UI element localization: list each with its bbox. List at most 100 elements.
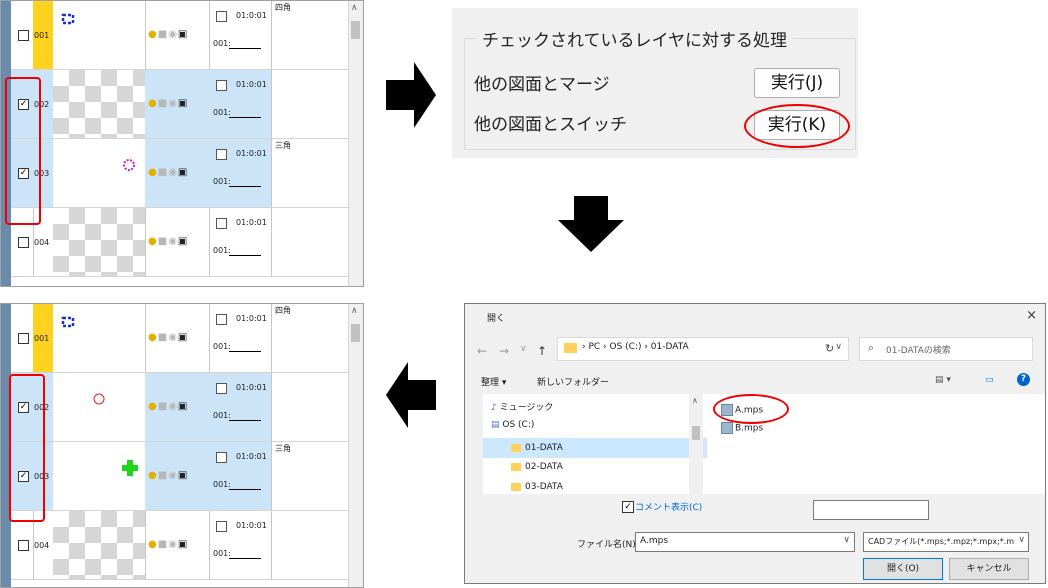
printer-icon[interactable]: ▣ xyxy=(178,236,188,247)
lightbulb-icon[interactable]: ● xyxy=(148,332,158,343)
printer-icon[interactable]: ▣ xyxy=(178,98,188,109)
globe-icon[interactable]: ◉ xyxy=(168,29,178,40)
close-icon[interactable]: × xyxy=(1026,308,1037,323)
layer-row[interactable]: 004 ●■◉▣ 01:0:01 001: xyxy=(11,208,349,277)
globe-icon[interactable]: ◉ xyxy=(168,236,178,247)
lightbulb-icon[interactable]: ● xyxy=(148,470,158,481)
vertical-scrollbar[interactable]: ∧ xyxy=(348,1,363,286)
lock-icon[interactable]: ■ xyxy=(158,332,168,343)
layer-thumbnail[interactable] xyxy=(53,1,146,69)
layer-checkbox[interactable] xyxy=(18,333,29,344)
layer-thumbnail[interactable] xyxy=(53,304,146,372)
layer-name-cell[interactable]: 三角 xyxy=(271,442,345,510)
nav-item-music[interactable]: ♪ ミュージック xyxy=(491,400,553,413)
address-bar[interactable]: › PC › OS (C:) › 01-DATA ∨ xyxy=(557,337,849,361)
globe-icon[interactable]: ◉ xyxy=(168,401,178,412)
layer-name-cell[interactable] xyxy=(271,511,345,579)
merge-execute-button[interactable]: 実行(J) xyxy=(754,68,840,98)
lock-icon[interactable]: ■ xyxy=(158,29,168,40)
layer-thumbnail[interactable] xyxy=(53,373,146,441)
layer-field-input[interactable] xyxy=(229,420,261,421)
comment-checkbox[interactable]: ✓ xyxy=(622,501,634,513)
layer-row[interactable]: ✓ 003 ●■◉▣ 01:0:01 001: 三角 xyxy=(11,139,349,208)
printer-icon[interactable]: ▣ xyxy=(178,539,188,550)
scroll-thumb[interactable] xyxy=(351,21,360,39)
refresh-icon[interactable]: ↻ xyxy=(825,342,834,355)
time-checkbox[interactable] xyxy=(216,314,227,325)
time-checkbox[interactable] xyxy=(216,11,227,22)
layer-field-input[interactable] xyxy=(229,351,261,352)
lightbulb-icon[interactable]: ● xyxy=(148,539,158,550)
layer-name-cell[interactable] xyxy=(271,70,345,138)
globe-icon[interactable]: ◉ xyxy=(168,470,178,481)
lock-icon[interactable]: ■ xyxy=(158,167,168,178)
printer-icon[interactable]: ▣ xyxy=(178,470,188,481)
comment-field[interactable] xyxy=(813,500,929,520)
cancel-button[interactable]: キャンセル xyxy=(949,558,1029,580)
chevron-down-icon[interactable]: ∨ xyxy=(1018,535,1025,545)
layer-name-cell[interactable] xyxy=(271,373,345,441)
forward-icon[interactable]: → xyxy=(499,344,509,358)
layer-name-cell[interactable]: 四角 xyxy=(271,1,345,69)
nav-item-03-data[interactable]: 03-DATA xyxy=(511,482,563,492)
layer-row[interactable]: 001 ●■◉▣ 01:0:01 001: 四角 xyxy=(11,1,349,70)
layer-field-input[interactable] xyxy=(229,48,261,49)
globe-icon[interactable]: ◉ xyxy=(168,539,178,550)
layer-thumbnail[interactable] xyxy=(53,70,146,138)
layer-thumbnail[interactable] xyxy=(53,511,146,579)
vertical-scrollbar[interactable]: ∧ xyxy=(348,304,363,587)
layer-name-cell[interactable]: 四角 xyxy=(271,304,345,372)
layer-checkbox[interactable] xyxy=(18,540,29,551)
printer-icon[interactable]: ▣ xyxy=(178,332,188,343)
time-checkbox[interactable] xyxy=(216,383,227,394)
chevron-down-icon[interactable]: ∨ xyxy=(843,535,850,545)
chevron-down-icon[interactable]: ∨ xyxy=(835,342,842,352)
nav-item-02-data[interactable]: 02-DATA xyxy=(511,462,563,472)
printer-icon[interactable]: ▣ xyxy=(178,401,188,412)
lightbulb-icon[interactable]: ● xyxy=(148,401,158,412)
layer-field-input[interactable] xyxy=(229,558,261,559)
back-icon[interactable]: ← xyxy=(477,344,487,358)
time-checkbox[interactable] xyxy=(216,521,227,532)
layer-checkbox[interactable] xyxy=(18,30,29,41)
lightbulb-icon[interactable]: ● xyxy=(148,98,158,109)
layer-name-cell[interactable] xyxy=(271,208,345,276)
layer-checkbox[interactable] xyxy=(18,237,29,248)
new-folder-button[interactable]: 新しいフォルダー xyxy=(537,375,609,388)
layer-field-input[interactable] xyxy=(229,186,261,187)
time-checkbox[interactable] xyxy=(216,218,227,229)
navigation-scrollbar[interactable]: ∧ xyxy=(689,394,703,494)
filename-input[interactable]: A.mps ∨ xyxy=(635,532,855,552)
filetype-select[interactable]: CADファイル(*.mps;*.mpz;*.mpx;*.m ∨ xyxy=(863,532,1029,552)
view-options-icon[interactable]: ▤ ▾ xyxy=(935,375,951,385)
open-button[interactable]: 開く(O) xyxy=(863,558,943,580)
nav-item-os-drive[interactable]: ▤ OS (C:) xyxy=(491,420,534,430)
layer-name-cell[interactable]: 三角 xyxy=(271,139,345,207)
lock-icon[interactable]: ■ xyxy=(158,98,168,109)
scroll-up-icon[interactable]: ∧ xyxy=(692,396,698,405)
scroll-thumb[interactable] xyxy=(692,426,700,440)
breadcrumb[interactable]: › PC › OS (C:) › 01-DATA xyxy=(582,342,689,352)
layer-row[interactable]: ✓ 002 ●■◉▣ 01:0:01 001: xyxy=(11,70,349,139)
organize-button[interactable]: 整理 ▾ xyxy=(481,375,506,388)
up-icon[interactable]: ↑ xyxy=(537,344,547,358)
lock-icon[interactable]: ■ xyxy=(158,470,168,481)
globe-icon[interactable]: ◉ xyxy=(168,98,178,109)
printer-icon[interactable]: ▣ xyxy=(178,167,188,178)
layer-thumbnail[interactable] xyxy=(53,139,146,207)
scroll-up-icon[interactable]: ∧ xyxy=(351,306,358,316)
search-box[interactable]: ⌕ 01-DATAの検索 xyxy=(859,337,1033,361)
comment-label[interactable]: コメント表示(C) xyxy=(635,500,702,513)
layer-row[interactable]: 004 ●■◉▣ 01:0:01 001: xyxy=(11,511,349,580)
scroll-thumb[interactable] xyxy=(351,324,360,342)
scroll-up-icon[interactable]: ∧ xyxy=(351,3,358,13)
lock-icon[interactable]: ■ xyxy=(158,401,168,412)
lightbulb-icon[interactable]: ● xyxy=(148,29,158,40)
layer-field-input[interactable] xyxy=(229,255,261,256)
globe-icon[interactable]: ◉ xyxy=(168,332,178,343)
layer-row[interactable]: ✓ 003 ●■◉▣ 01:0:01 001: 三角 xyxy=(11,442,349,511)
globe-icon[interactable]: ◉ xyxy=(168,167,178,178)
history-chevron-icon[interactable]: ∨ xyxy=(520,344,527,354)
lightbulb-icon[interactable]: ● xyxy=(148,236,158,247)
lock-icon[interactable]: ■ xyxy=(158,236,168,247)
